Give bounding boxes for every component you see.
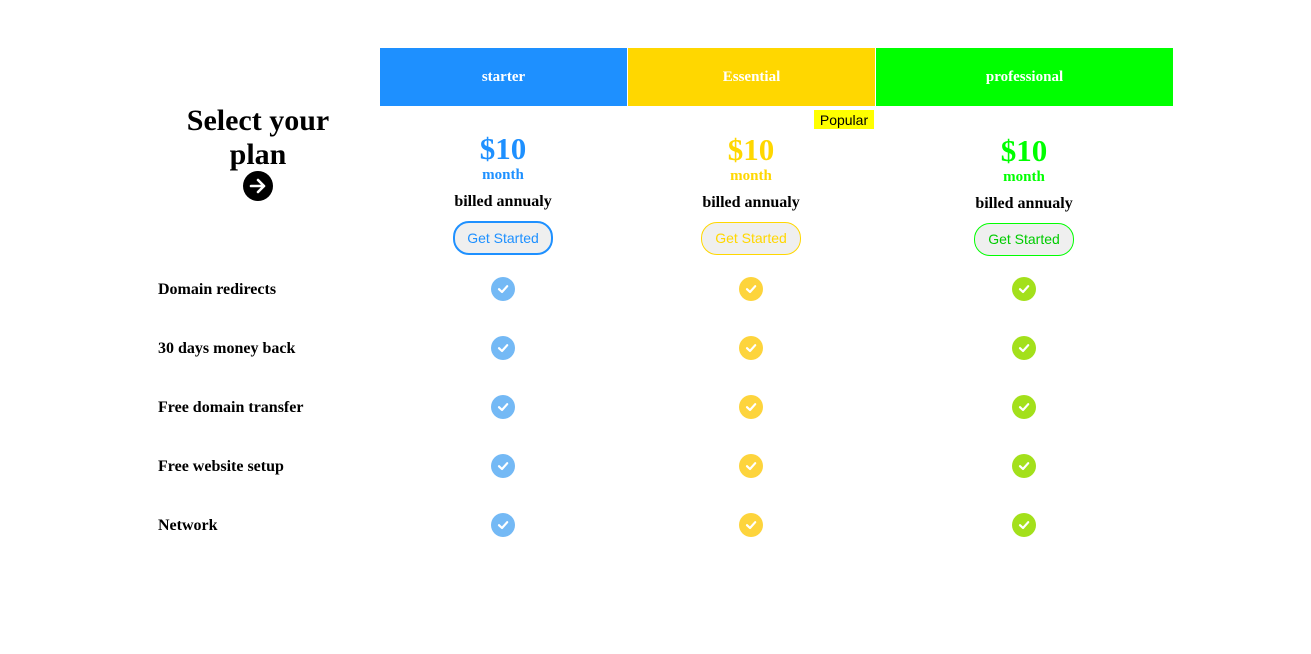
feature-label: Free website setup	[158, 458, 284, 475]
get-started-button-starter[interactable]: Get Started	[453, 221, 553, 255]
plan-name: starter	[481, 68, 526, 85]
check-circle-icon	[739, 336, 763, 360]
check-circle-icon	[739, 277, 763, 301]
plan-name: professional	[985, 68, 1064, 85]
feature-label: Domain redirects	[158, 281, 277, 298]
check-circle-icon	[491, 454, 515, 478]
plan-period: month	[1003, 169, 1045, 185]
plan-price: $10	[727, 132, 775, 167]
feature-label: 30 days money back	[158, 340, 296, 357]
plan-starter: $10 month billed annualy Get Started	[403, 132, 603, 255]
get-started-button-professional[interactable]: Get Started	[974, 223, 1074, 256]
plan-billing: billed annualy	[454, 193, 552, 210]
check-circle-icon	[739, 513, 763, 537]
page-title: Select your plan	[186, 104, 330, 171]
check-circle-icon	[1012, 395, 1036, 419]
check-circle-icon	[739, 395, 763, 419]
feature-label: Network	[158, 517, 218, 534]
check-circle-icon	[491, 513, 515, 537]
pricing-page: Select your plan starter Essential profe…	[0, 0, 1311, 654]
plan-name: Essential	[722, 68, 781, 85]
select-plan-block: Select your plan	[158, 104, 358, 201]
arrow-right-icon[interactable]	[243, 171, 273, 201]
plan-price: $10	[1000, 133, 1048, 168]
feature-label: Free domain transfer	[158, 399, 304, 416]
plan-price: $10	[479, 131, 527, 166]
check-circle-icon	[1012, 336, 1036, 360]
plan-header-essential: Essential	[628, 48, 875, 106]
check-circle-icon	[1012, 513, 1036, 537]
get-started-button-essential[interactable]: Get Started	[701, 222, 801, 255]
plan-period: month	[730, 168, 772, 184]
plan-header-professional: professional	[876, 48, 1173, 106]
plan-professional: $10 month billed annualy Get Started	[924, 134, 1124, 256]
plan-billing: billed annualy	[975, 195, 1073, 212]
popular-badge: Popular	[814, 110, 874, 129]
check-circle-icon	[1012, 277, 1036, 301]
plan-billing: billed annualy	[702, 194, 800, 211]
plan-header-starter: starter	[380, 48, 627, 106]
check-circle-icon	[739, 454, 763, 478]
check-circle-icon	[1012, 454, 1036, 478]
check-circle-icon	[491, 277, 515, 301]
plan-period: month	[482, 167, 524, 183]
check-circle-icon	[491, 336, 515, 360]
check-circle-icon	[491, 395, 515, 419]
plan-essential: $10 month billed annualy Get Started	[651, 133, 851, 255]
